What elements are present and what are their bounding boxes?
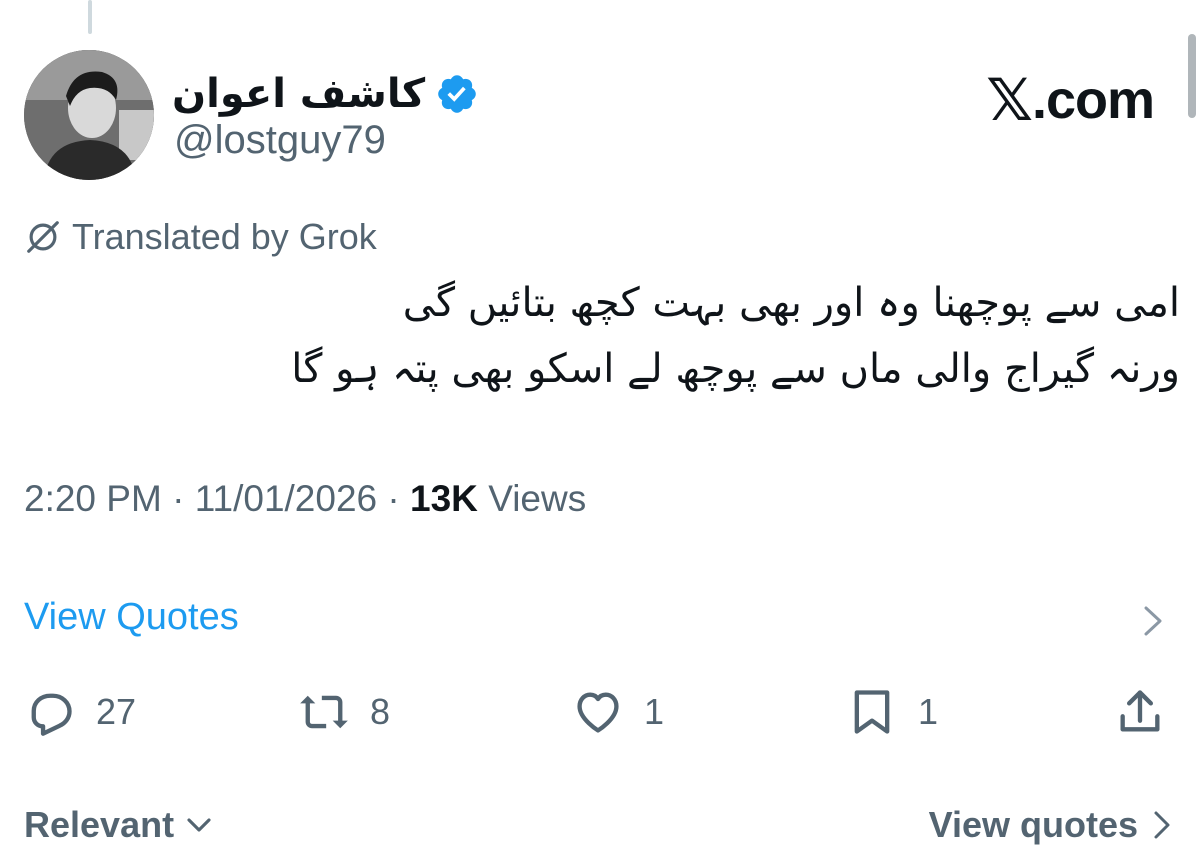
share-button[interactable] — [1114, 680, 1166, 744]
brand-logo: 𝕏 .com — [986, 66, 1155, 134]
avatar-image — [24, 50, 154, 180]
repost-count: 8 — [370, 691, 391, 732]
like-button[interactable]: 1 — [572, 680, 664, 744]
translated-label: Translated by Grok — [72, 216, 377, 257]
brand-domain-suffix: .com — [1031, 70, 1155, 130]
reply-icon — [31, 693, 72, 736]
repost-icon — [300, 695, 348, 729]
meta-separator: · — [387, 478, 400, 519]
grok-icon — [27, 221, 59, 253]
tweet-metadata: 2:20 PM · 11/01/2026 · 13K Views — [24, 478, 586, 520]
bookmark-button[interactable]: 1 — [846, 680, 938, 744]
meta-separator: · — [172, 478, 185, 519]
scrollbar[interactable] — [1188, 34, 1196, 118]
like-icon — [577, 692, 619, 733]
views-label: Views — [488, 478, 587, 519]
translated-by-grok[interactable]: Translated by Grok — [24, 216, 377, 258]
avatar[interactable] — [24, 50, 154, 180]
tweet-date[interactable]: 11/01/2026 — [195, 478, 377, 519]
like-count: 1 — [644, 691, 665, 732]
tweet-text: امی سے پوچھنا وہ اور بھی بہت کچھ بتائیں … — [280, 270, 1180, 402]
thread-connector-line — [88, 0, 92, 34]
author-display-name[interactable]: کاشف اعوان — [172, 71, 425, 117]
tweet-time[interactable]: 2:20 PM — [24, 478, 162, 519]
repost-button[interactable]: 8 — [298, 680, 390, 744]
view-quotes-link[interactable]: View Quotes — [24, 596, 239, 639]
author-name-row[interactable]: کاشف اعوان — [172, 66, 479, 122]
chevron-right-icon[interactable] — [1140, 604, 1166, 638]
views-count: 13K — [410, 478, 478, 519]
reply-button[interactable]: 27 — [24, 680, 136, 744]
author-handle[interactable]: @lostguy79 — [174, 118, 386, 163]
action-bar: 27 8 1 1 — [0, 680, 1200, 744]
bookmark-count: 1 — [918, 691, 939, 732]
reply-count: 27 — [96, 691, 137, 732]
view-quotes-label: View quotes — [928, 804, 1138, 845]
tweet-line-2: ورنہ گیراج والی ماں سے پوچھ لے اسکو بھی … — [291, 346, 1180, 392]
chevron-right-icon — [1154, 811, 1170, 839]
share-icon — [1120, 690, 1160, 732]
sort-label: Relevant — [24, 804, 175, 845]
verified-icon — [438, 75, 476, 113]
bookmark-icon — [854, 690, 890, 734]
x-logo-icon: 𝕏 — [986, 66, 1033, 134]
sort-relevant-dropdown[interactable]: Relevant — [24, 804, 214, 846]
tweet-line-1: امی سے پوچھنا وہ اور بھی بہت کچھ بتائیں … — [402, 280, 1180, 326]
view-quotes-button[interactable]: View quotes — [929, 804, 1174, 846]
chevron-down-icon — [187, 818, 211, 832]
